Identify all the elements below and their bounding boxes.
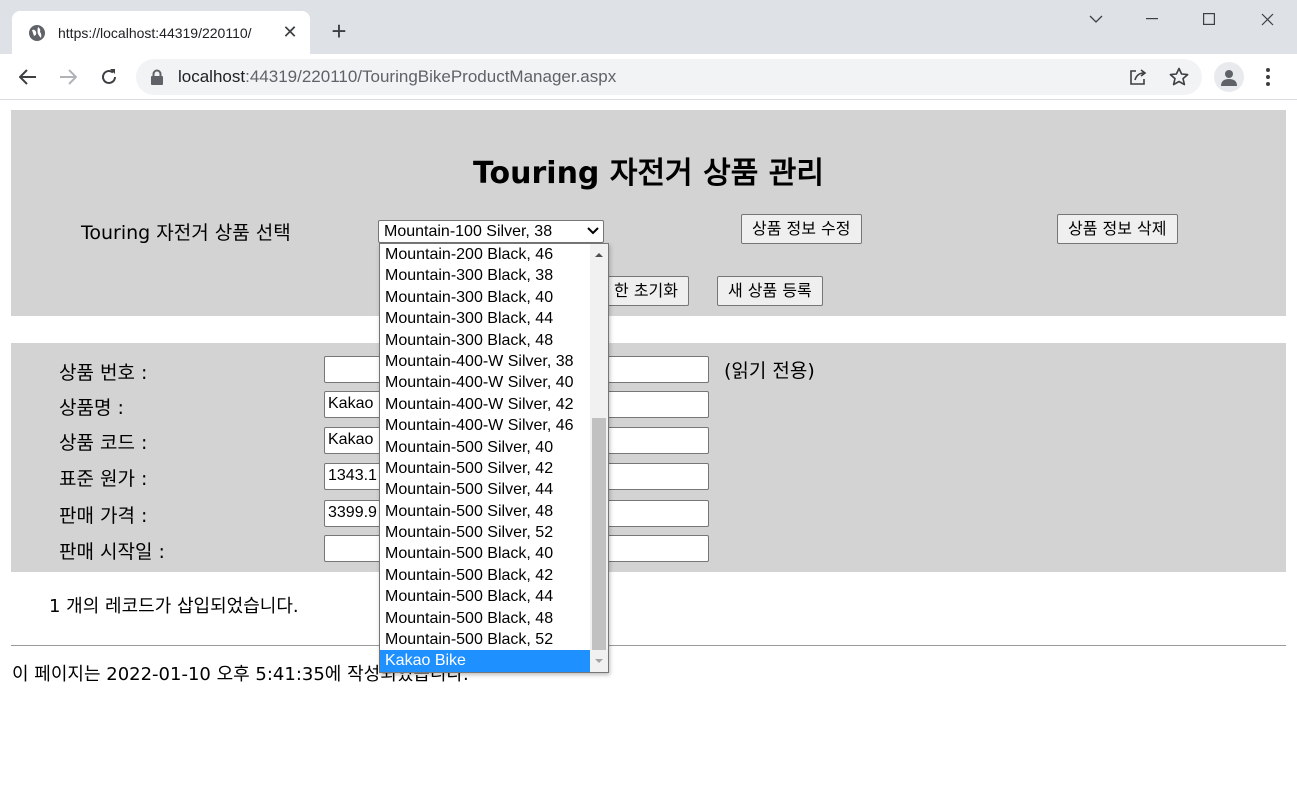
product-id-label: 상품 번호 :	[59, 362, 148, 384]
product-name-label: 상품명 :	[59, 397, 124, 419]
dropdown-option[interactable]: Mountain-400-W Silver, 46	[380, 415, 590, 436]
dropdown-option[interactable]: Mountain-500 Silver, 52	[380, 522, 590, 543]
dropdown-option[interactable]: Mountain-300 Black, 44	[380, 308, 590, 329]
tab-title: https://localhost:44319/220110/	[58, 24, 252, 41]
lock-icon[interactable]	[150, 69, 164, 85]
divider	[11, 645, 1286, 646]
list-price-label: 판매 가격 :	[59, 505, 148, 527]
forward-arrow-icon[interactable]	[53, 62, 83, 92]
readonly-note: (읽기 전용)	[724, 360, 815, 382]
scroll-up-icon[interactable]	[594, 250, 604, 260]
delete-product-button[interactable]: 상품 정보 삭제	[1057, 214, 1178, 244]
profile-icon[interactable]	[1214, 62, 1244, 92]
dropdown-option[interactable]: Mountain-500 Silver, 40	[380, 437, 590, 458]
kebab-menu-icon[interactable]	[1256, 62, 1280, 92]
dropdown-option[interactable]: Mountain-400-W Silver, 42	[380, 394, 590, 415]
minimize-icon[interactable]	[1132, 4, 1172, 34]
browser-titlebar: https://localhost:44319/220110/ ✕ +	[0, 0, 1297, 54]
product-select-panel: Touring 자전거 상품 관리 Touring 자전거 상품 선택 Moun…	[11, 110, 1286, 316]
dropdown-option[interactable]: Mountain-300 Black, 48	[380, 330, 590, 351]
dropdown-option[interactable]: Mountain-400-W Silver, 38	[380, 351, 590, 372]
dropdown-option[interactable]: Mountain-500 Silver, 48	[380, 501, 590, 522]
scrollbar-thumb[interactable]	[592, 418, 606, 650]
dropdown-option[interactable]: Mountain-500 Black, 48	[380, 608, 590, 629]
dropdown-option[interactable]: Mountain-300 Black, 40	[380, 287, 590, 308]
browser-tab[interactable]: https://localhost:44319/220110/ ✕	[12, 11, 310, 54]
dropdown-option[interactable]: Mountain-500 Black, 52	[380, 629, 590, 650]
share-icon[interactable]	[1126, 65, 1150, 89]
product-select-label: Touring 자전거 상품 선택	[81, 222, 291, 244]
url-text[interactable]: localhost:44319/220110/TouringBikeProduc…	[178, 67, 616, 87]
dropdown-option[interactable]: Mountain-500 Black, 42	[380, 565, 590, 586]
product-select-value: Mountain-100 Silver, 38	[384, 223, 553, 240]
chevron-down-icon[interactable]	[1076, 4, 1116, 34]
dropdown-option[interactable]: Mountain-500 Black, 40	[380, 543, 590, 564]
product-select[interactable]: Mountain-100 Silver, 38	[378, 220, 604, 243]
plus-icon[interactable]: +	[326, 18, 352, 44]
chevron-down-icon	[587, 227, 599, 235]
product-detail-panel: 상품 번호 : (읽기 전용) 상품명 : Kakao 상품 코드 : Kaka…	[11, 343, 1286, 572]
update-product-button[interactable]: 상품 정보 수정	[741, 214, 862, 244]
globe-icon	[29, 24, 45, 41]
dropdown-option[interactable]: Mountain-300 Black, 38	[380, 265, 590, 286]
sell-start-date-label: 판매 시작일 :	[59, 541, 165, 563]
dropdown-options: Mountain-200 Black, 46 Mountain-300 Black…	[380, 244, 590, 672]
maximize-icon[interactable]	[1189, 4, 1229, 34]
dropdown-option[interactable]: Mountain-400-W Silver, 40	[380, 372, 590, 393]
product-dropdown-list[interactable]: Mountain-200 Black, 46 Mountain-300 Black…	[379, 243, 609, 673]
address-bar[interactable]: localhost:44319/220110/TouringBikeProduc…	[136, 59, 1202, 95]
star-icon[interactable]	[1167, 65, 1191, 89]
dropdown-option[interactable]: Kakao Bike	[380, 650, 590, 672]
dropdown-option[interactable]: Mountain-500 Black, 44	[380, 586, 590, 607]
window-close-icon[interactable]	[1247, 4, 1287, 34]
dropdown-option[interactable]: Mountain-200 Black, 46	[380, 244, 590, 265]
back-arrow-icon[interactable]	[13, 62, 43, 92]
reload-icon[interactable]	[94, 62, 124, 92]
dropdown-option[interactable]: Mountain-500 Silver, 42	[380, 458, 590, 479]
page-title: Touring 자전거 상품 관리	[473, 156, 824, 191]
status-message: 1 개의 레코드가 삽입되었습니다.	[49, 596, 299, 617]
scroll-down-icon[interactable]	[594, 656, 604, 666]
browser-toolbar: localhost:44319/220110/TouringBikeProduc…	[0, 54, 1297, 100]
standard-cost-label: 표준 원가 :	[59, 468, 148, 490]
close-icon[interactable]: ✕	[280, 22, 300, 42]
dropdown-scrollbar[interactable]	[590, 244, 608, 672]
dropdown-option[interactable]: Mountain-500 Silver, 44	[380, 479, 590, 500]
product-code-label: 상품 코드 :	[59, 432, 148, 454]
register-product-button[interactable]: 새 상품 등록	[717, 276, 823, 306]
